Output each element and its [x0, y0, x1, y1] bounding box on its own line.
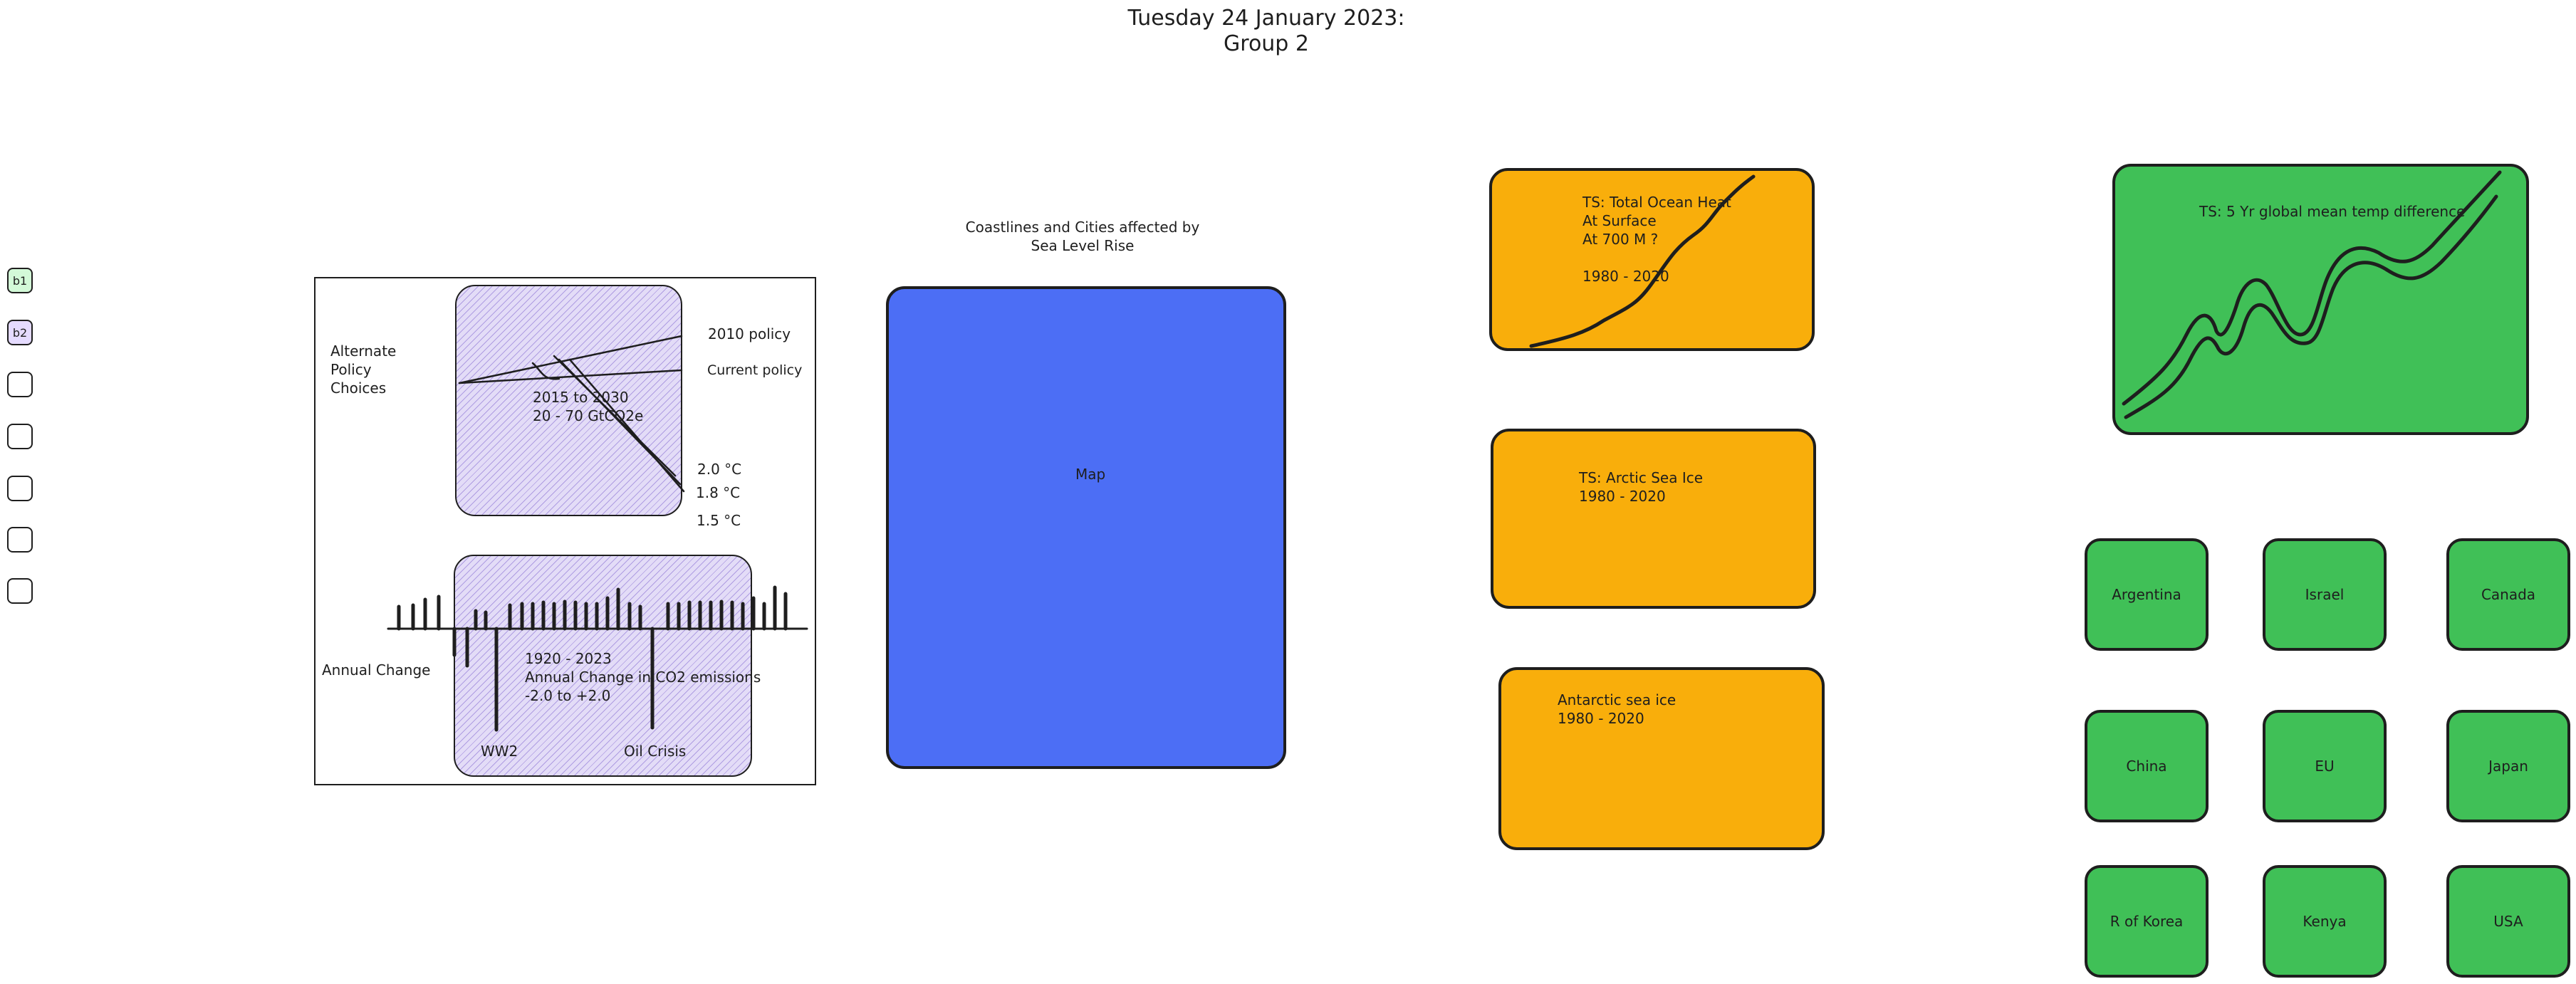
country-israel[interactable]: Israel: [2263, 538, 2387, 651]
country-label: Israel: [2305, 586, 2345, 603]
country-china[interactable]: China: [2085, 710, 2209, 822]
country-r-of-korea[interactable]: R of Korea: [2085, 865, 2209, 978]
global-temp-trend: [2122, 170, 2502, 419]
country-label: EU: [2315, 758, 2335, 775]
country-label: R of Korea: [2110, 913, 2184, 930]
country-usa[interactable]: USA: [2446, 865, 2570, 978]
country-argentina[interactable]: Argentina: [2085, 538, 2209, 651]
country-japan[interactable]: Japan: [2446, 710, 2570, 822]
country-label: USA: [2493, 913, 2523, 930]
country-label: China: [2126, 758, 2167, 775]
country-label: Japan: [2488, 758, 2528, 775]
country-eu[interactable]: EU: [2263, 710, 2387, 822]
country-canada[interactable]: Canada: [2446, 538, 2570, 651]
country-label: Argentina: [2112, 586, 2181, 603]
country-kenya[interactable]: Kenya: [2263, 865, 2387, 978]
country-label: Canada: [2481, 586, 2536, 603]
country-label: Kenya: [2303, 913, 2347, 930]
